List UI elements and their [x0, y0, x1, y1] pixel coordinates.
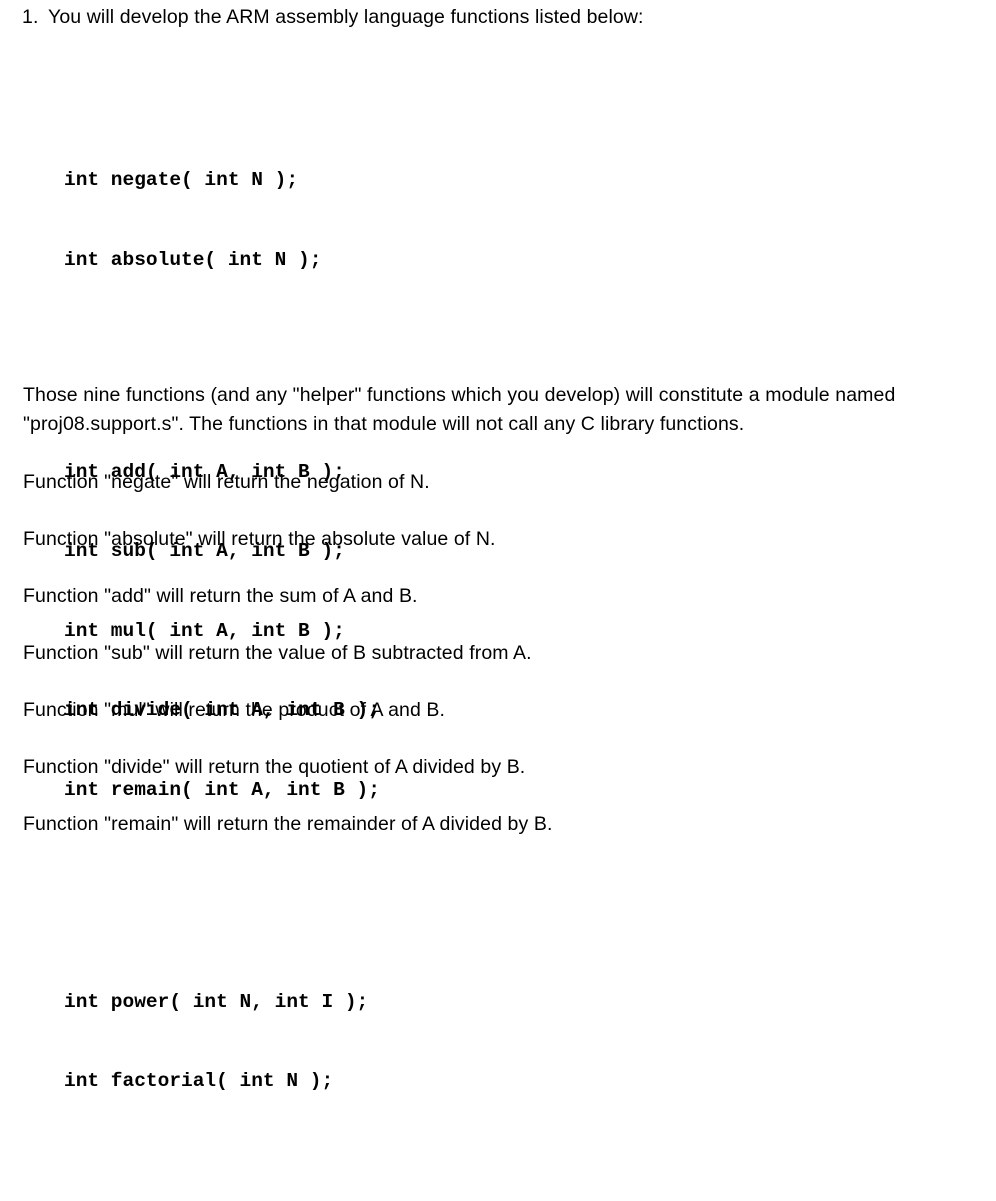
paragraph-add: Function "add" will return the sum of A … — [23, 585, 418, 607]
list-item-marker: 1. — [22, 6, 39, 28]
paragraph-module: Those nine functions (and any "helper" f… — [23, 381, 985, 438]
code-block: int negate( int N ); int absolute( int N… — [64, 61, 380, 1201]
paragraph-divide: Function "divide" will return the quotie… — [23, 756, 526, 778]
paragraph-negate: Function "negate" will return the negati… — [23, 471, 430, 493]
paragraph-module-line-1: Those nine functions (and any "helper" f… — [23, 384, 896, 406]
paragraph-absolute: Function "absolute" will return the abso… — [23, 528, 496, 550]
paragraph-module-line-2: "proj08.support.s". The functions in tha… — [23, 412, 745, 435]
document-page: 1. You will develop the ARM assembly lan… — [0, 0, 996, 1092]
paragraph-mul: Function "mul" will return the product o… — [23, 699, 446, 721]
numbered-list-item: 1. You will develop the ARM assembly lan… — [22, 4, 644, 30]
code-line-negate: int negate( int N ); — [64, 169, 299, 191]
paragraph-remain: Function "remain" will return the remain… — [23, 813, 553, 835]
paragraph-sub: Function "sub" will return the value of … — [23, 642, 532, 664]
list-item-text: You will develop the ARM assembly langua… — [48, 6, 644, 28]
code-line-absolute: int absolute( int N ); — [64, 248, 322, 271]
code-line-power: int power( int N, int I ); — [64, 990, 369, 1013]
code-group-unary: int negate( int N ); int absolute( int N… — [64, 114, 380, 326]
code-line-factorial: int factorial( int N ); — [64, 1070, 334, 1092]
code-group-advanced: int power( int N, int I ); int factorial… — [64, 936, 380, 1148]
